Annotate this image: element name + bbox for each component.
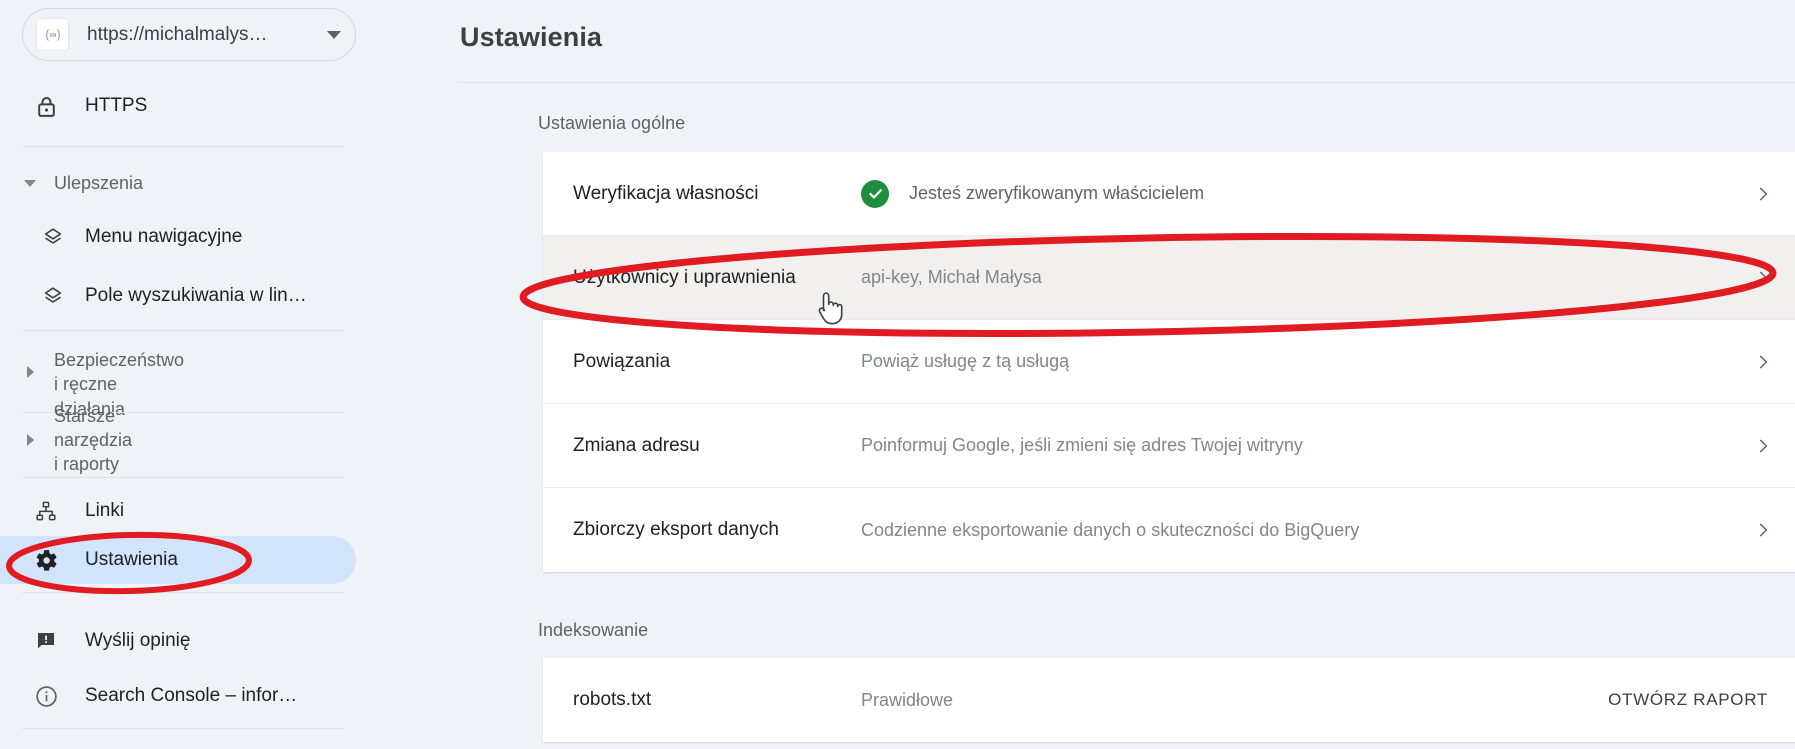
header-divider [458,82,1795,83]
gear-icon [33,547,59,573]
row-status: Powiąż usługę z tą usługą [861,351,1069,372]
row-title: Powiązania [573,350,671,372]
row-status-text: Powiąż usługę z tą usługą [861,351,1070,371]
row-status-text: api-key, Michał Małysa [861,267,1042,287]
chevron-right-icon[interactable] [1754,437,1772,455]
search-console-settings-screen: https://michalmalys… HTTPS Ulepszenia Me… [0,0,1795,749]
sidebar-item-label: HTTPS [85,95,148,116]
sidebar: https://michalmalys… HTTPS Ulepszenia Me… [0,0,458,749]
lock-icon [33,93,59,119]
row-title: Zbiorczy eksport danych [573,519,779,540]
row-title: Weryfikacja własności [573,182,759,204]
sidebar-group-label: Starsze narzędzia i raporty [54,405,133,475]
sidebar-item-pole-wyszukiwania[interactable]: Pole wyszukiwania w lin… [0,272,404,320]
verified-check-icon [861,179,889,208]
table-row[interactable]: Użytkownicy i uprawnienia api-key, Micha… [543,236,1795,320]
row-status: api-key, Michał Małysa [861,267,1042,288]
chevron-down-icon[interactable] [327,30,341,39]
sidebar-item-label: Menu nawigacyjne [85,226,243,247]
chevron-right-icon[interactable] [1754,185,1772,203]
table-row[interactable]: Zmiana adresu Poinformuj Google, jeśli z… [543,404,1795,488]
sidebar-divider [22,146,345,147]
row-status-text: Codzienne eksportowanie danych o skutecz… [861,519,1360,540]
sidebar-item-search-console-info[interactable]: Search Console – infor… [0,672,404,720]
sidebar-divider [22,330,345,331]
sidebar-item-wyslij-opinie[interactable]: Wyślij opinię [0,617,404,665]
row-status: Poinformuj Google, jeśli zmieni się adre… [861,435,1303,456]
table-row[interactable]: Powiązania Powiąż usługę z tą usługą [543,320,1795,404]
table-row[interactable]: Zbiorczy eksport danych Codzienne ekspor… [543,488,1795,572]
page-title: Ustawienia [460,22,603,52]
settings-card-general: Weryfikacja własności Jesteś zweryfikowa… [543,152,1795,572]
sidebar-item-label: Ustawienia [85,549,178,570]
row-status: Codzienne eksportowanie danych o skutecz… [861,520,1359,541]
row-status-text: Jesteś zweryfikowanym właścicielem [909,183,1205,203]
sidebar-group-label: Ulepszenia [54,172,144,193]
sidebar-item-menu-nawigacyjne[interactable]: Menu nawigacyjne [0,213,404,261]
section-label-general: Ustawienia ogólne [538,113,686,133]
feedback-icon [33,628,59,654]
sidebar-item-label: Linki [85,500,125,521]
links-hierarchy-icon [33,498,59,524]
triangle-right-icon [27,366,34,378]
property-selector-value: https://michalmalys… [87,23,268,45]
section-label-indexing: Indeksowanie [538,620,649,640]
sidebar-divider [22,477,345,478]
sidebar-item-ustawienia[interactable]: Ustawienia [0,536,356,584]
chevron-right-icon[interactable] [1754,353,1772,371]
row-status-text: Prawidłowe [861,689,954,710]
table-row[interactable]: robots.txt Prawidłowe OTWÓRZ RAPORT [543,658,1795,742]
site-favicon-icon [36,18,69,51]
row-title: robots.txt [573,689,652,710]
sidebar-item-label: Search Console – infor… [85,685,298,706]
property-selector[interactable]: https://michalmalys… [22,8,356,61]
chevron-right-icon[interactable] [1754,521,1772,539]
sidebar-divider [22,728,345,729]
row-title: Zmiana adresu [573,434,700,456]
sidebar-item-linki[interactable]: Linki [0,487,404,535]
sidebar-item-https[interactable]: HTTPS [0,82,404,130]
triangle-down-icon [24,179,36,187]
sidebar-item-label: Wyślij opinię [85,630,191,651]
row-status: Jesteś zweryfikowanym właścicielem [861,179,1205,208]
layers-icon [40,224,66,250]
open-report-button[interactable]: OTWÓRZ RAPORT [1608,690,1768,710]
settings-card-indexing: robots.txt Prawidłowe OTWÓRZ RAPORT [543,658,1795,742]
row-title: Użytkownicy i uprawnienia [573,266,796,288]
main-content: Ustawienia Ustawienia ogólne Weryfikacja… [458,0,1795,749]
chevron-right-icon[interactable] [1754,269,1772,287]
layers-icon [40,283,66,309]
sidebar-divider [22,592,345,593]
sidebar-item-label: Pole wyszukiwania w lin… [85,285,307,306]
row-status: Prawidłowe [861,690,953,711]
pointing-hand-cursor-icon [818,292,843,325]
info-circle-icon [33,683,59,709]
row-status-text: Poinformuj Google, jeśli zmieni się adre… [861,435,1303,455]
table-row[interactable]: Weryfikacja własności Jesteś zweryfikowa… [543,152,1795,236]
triangle-right-icon [27,434,34,446]
